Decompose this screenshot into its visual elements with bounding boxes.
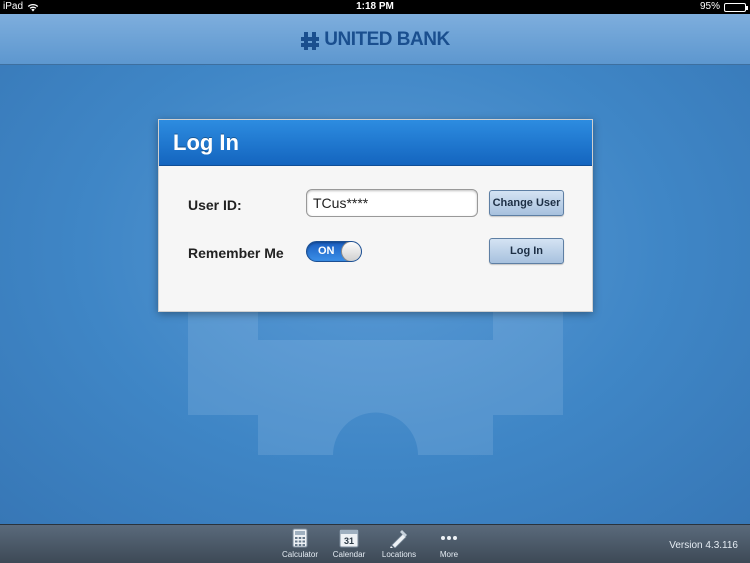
status-right: 95% — [699, 0, 748, 14]
calendar-day-number: 31 — [344, 536, 354, 546]
remember-me-label: Remember Me — [188, 245, 284, 261]
remember-me-toggle[interactable]: ON — [306, 241, 362, 262]
version-text: Version 4.3.116 — [669, 540, 738, 551]
tab-calendar[interactable]: 31 Calendar — [324, 528, 374, 562]
login-panel-header: Log In — [159, 120, 592, 166]
tab-more-label: More — [439, 550, 459, 559]
status-bar: iPad 1:18 PM 95% — [0, 0, 750, 14]
status-time: 1:18 PM — [356, 1, 394, 12]
tab-locations-label: Locations — [381, 550, 417, 559]
calendar-icon: 31 — [339, 529, 359, 548]
log-in-button[interactable]: Log In — [489, 238, 564, 264]
brand: UNITED BANK — [0, 28, 750, 52]
user-id-input[interactable] — [306, 189, 478, 217]
battery-icon — [724, 2, 748, 12]
united-bank-logo-icon — [301, 32, 320, 50]
app-header: UNITED BANK — [0, 14, 750, 65]
tab-locations[interactable]: Locations — [374, 528, 424, 562]
tab-bar: Calculator 31 Calendar Locations More Ve… — [0, 524, 750, 563]
tab-calculator-label: Calculator — [281, 550, 318, 559]
login-title: Log In — [173, 130, 239, 155]
user-id-label: User ID: — [188, 197, 242, 213]
locations-icon — [390, 530, 407, 548]
change-user-button[interactable]: Change User — [489, 190, 564, 216]
more-icon — [441, 536, 457, 540]
bank-logo-watermark-icon — [188, 300, 563, 455]
toggle-on-label: ON — [318, 245, 335, 257]
login-panel: Log In User ID: Change User Remember Me … — [158, 119, 593, 312]
brand-name: UNITED BANK — [324, 29, 450, 50]
toggle-knob — [341, 242, 361, 261]
battery-percent: 95% — [699, 1, 720, 12]
tab-calculator[interactable]: Calculator — [275, 528, 325, 562]
calculator-icon — [292, 528, 308, 548]
tab-calendar-label: Calendar — [332, 550, 366, 559]
tab-more[interactable]: More — [424, 528, 474, 562]
